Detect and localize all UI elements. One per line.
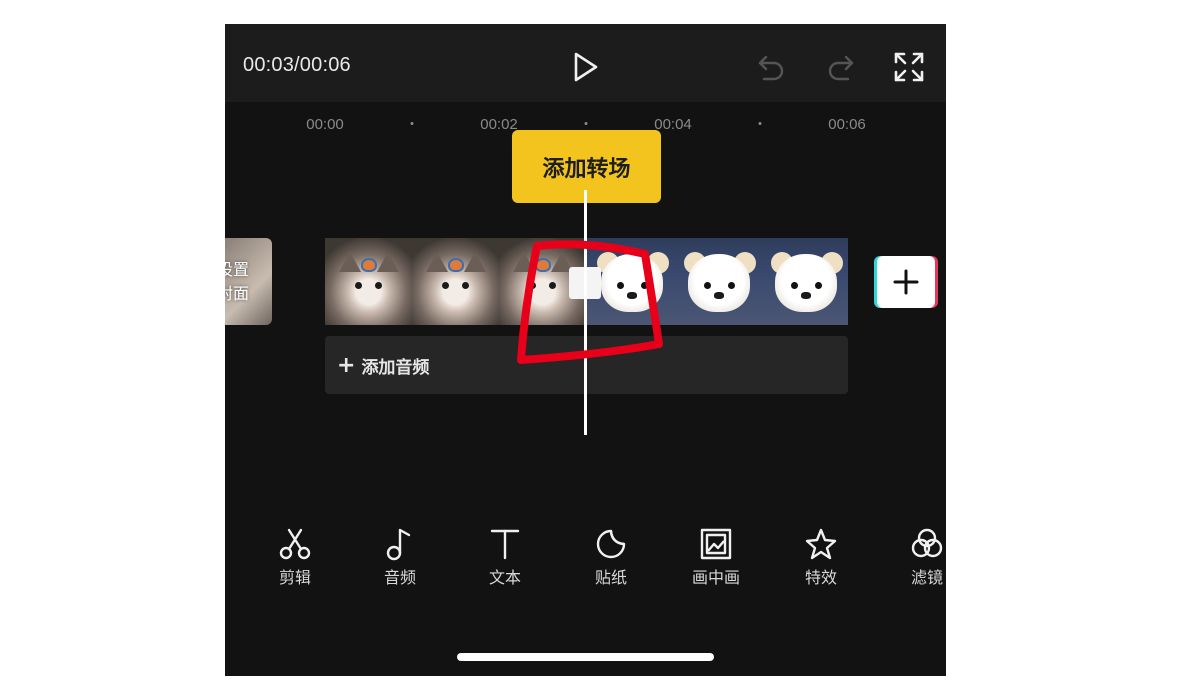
picture-in-picture-icon	[700, 528, 732, 560]
home-indicator[interactable]	[457, 653, 714, 661]
fullscreen-button[interactable]	[889, 48, 929, 86]
tool-label: 画中画	[691, 568, 740, 587]
tool-sticker[interactable]: 贴纸	[576, 524, 646, 588]
star-effect-icon	[805, 528, 837, 560]
ruler-tick: 00:02	[480, 116, 518, 133]
ruler-tick: 00:00	[306, 116, 344, 133]
tool-label: 音频	[383, 568, 416, 587]
top-bar: 00:03/00:06	[225, 24, 946, 102]
video-clip-dog[interactable]	[587, 238, 848, 325]
tool-label: 特效	[804, 568, 837, 587]
tool-label: 滤镜	[910, 568, 943, 587]
play-icon	[574, 52, 598, 82]
add-audio-label: 添加音频	[361, 357, 430, 378]
sticker-icon	[596, 529, 626, 559]
scissors-icon	[279, 528, 311, 560]
clip-frame	[412, 238, 499, 325]
tool-pip[interactable]: 画中画	[681, 524, 751, 588]
cover-label-line1: 设置	[225, 260, 250, 279]
tool-label: 贴纸	[594, 568, 627, 587]
plus-icon	[893, 269, 919, 295]
clip-frame	[325, 238, 412, 325]
tool-filter[interactable]: 滤镜	[892, 524, 946, 588]
video-clip-cat[interactable]	[325, 238, 585, 325]
add-audio-plus-icon: +	[337, 352, 356, 378]
text-icon	[490, 529, 520, 560]
add-clip-button[interactable]	[877, 256, 935, 308]
filter-icon	[911, 528, 943, 558]
tool-audio[interactable]: 音频	[365, 524, 435, 588]
ruler-tick: 00:06	[828, 116, 866, 133]
music-note-icon	[386, 528, 411, 561]
playhead[interactable]	[584, 190, 587, 435]
undo-button[interactable]	[753, 50, 789, 84]
clip-frame	[761, 238, 848, 325]
ruler-tick: 00:04	[654, 116, 692, 133]
ruler-dot	[584, 122, 588, 125]
ruler-dot	[410, 122, 414, 125]
set-cover-button[interactable]: 设置 封面	[225, 238, 272, 325]
tool-label: 文本	[488, 568, 521, 587]
redo-button[interactable]	[823, 50, 859, 84]
timecode: 00:03/00:06	[243, 54, 351, 76]
ruler-dot	[758, 122, 762, 125]
redo-icon	[828, 55, 854, 81]
fullscreen-icon	[894, 52, 924, 82]
tool-text[interactable]: 文本	[470, 524, 540, 588]
tool-cut[interactable]: 剪辑	[260, 524, 330, 588]
clip-frame	[674, 238, 761, 325]
tool-label: 剪辑	[278, 568, 311, 587]
play-button[interactable]	[569, 50, 603, 84]
editor-screen: 00:03/00:06 00:00 00:02 00:04 00:06 添加转场…	[225, 24, 946, 676]
undo-icon	[758, 55, 784, 81]
cover-label-line2: 封面	[225, 284, 250, 303]
tool-effects[interactable]: 特效	[786, 524, 856, 588]
